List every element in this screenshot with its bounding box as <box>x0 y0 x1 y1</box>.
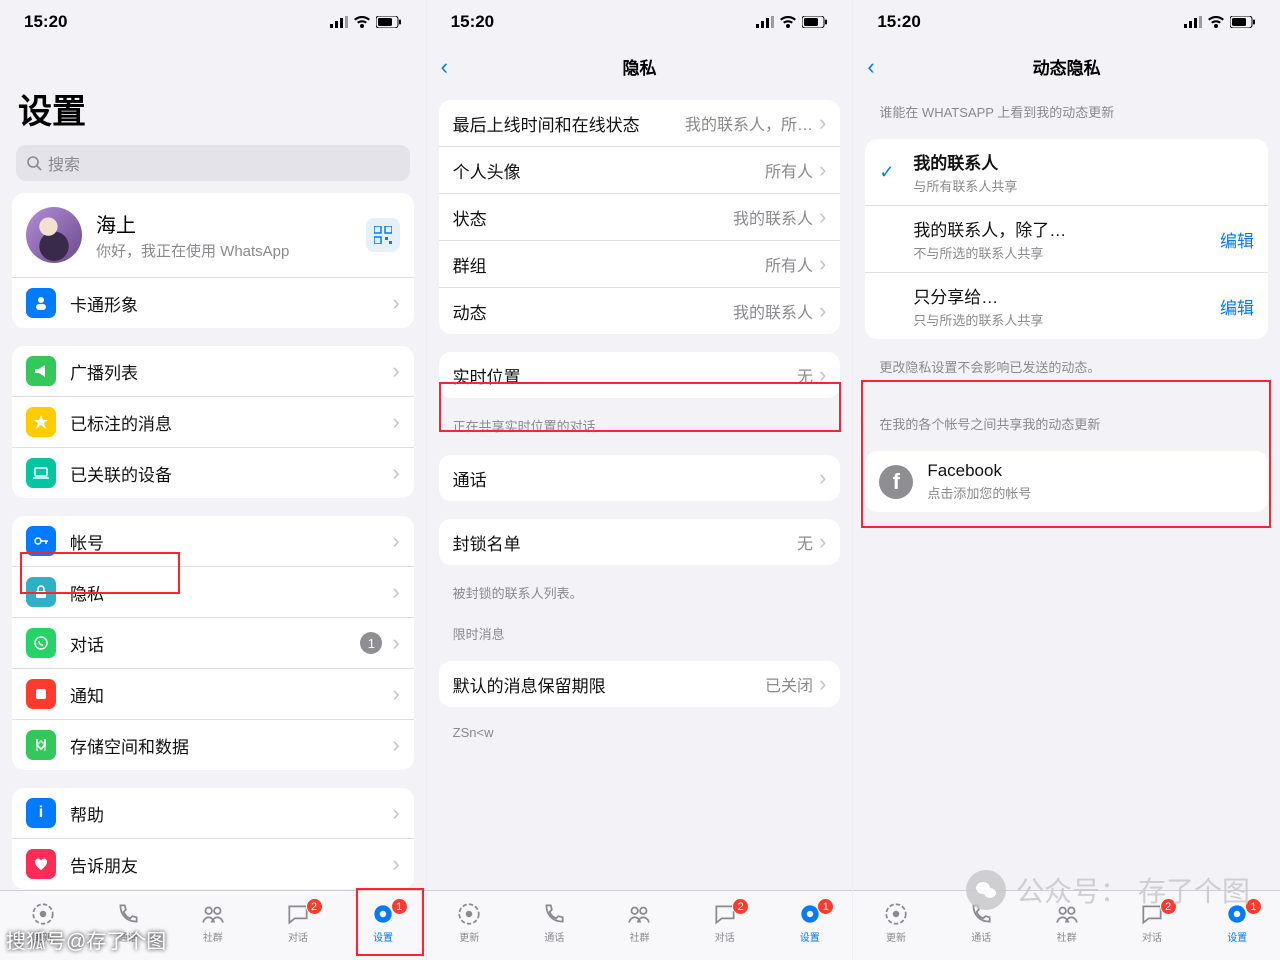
wifi-icon <box>780 16 796 28</box>
calls-privacy-row[interactable]: 通话 › <box>439 455 841 501</box>
info-icon: i <box>26 798 56 828</box>
battery-icon <box>1230 16 1256 28</box>
default-timer-row[interactable]: 默认的消息保留期限 已关闭 › <box>439 661 841 707</box>
avatar-icon <box>26 288 56 318</box>
chats-badge: 1 <box>360 632 382 654</box>
profile-name: 海上 <box>96 209 366 238</box>
edit-button[interactable]: 编辑 <box>1220 294 1254 319</box>
tab-updates[interactable]: 更新 <box>427 901 512 944</box>
privacy-change-note: 更改隐私设置不会影响已发送的动态。 <box>853 357 1280 384</box>
tab-settings[interactable]: 设置1 <box>767 901 852 944</box>
signal-icon <box>330 16 348 28</box>
storage-row[interactable]: 存储空间和数据 › <box>12 720 414 770</box>
notifications-row[interactable]: 通知 › <box>12 669 414 720</box>
search-placeholder: 搜索 <box>48 151 80 175</box>
live-footer: 正在共享实时位置的对话 <box>427 416 853 443</box>
nav-title: 隐私 <box>622 54 656 79</box>
status-privacy-row[interactable]: 动态 我的联系人 › <box>439 288 841 334</box>
avatar-row[interactable]: 卡通形象 › <box>12 278 414 328</box>
avatar <box>26 207 82 263</box>
qr-button[interactable] <box>366 218 400 252</box>
lastseen-row[interactable]: 最后上线时间和在线状态 我的联系人，所… › <box>439 100 841 147</box>
edit-button[interactable]: 编辑 <box>1220 227 1254 252</box>
about-row[interactable]: 状态 我的联系人 › <box>439 194 841 241</box>
disappearing-header: 限时消息 <box>427 610 853 649</box>
tab-chats[interactable]: 对话2 <box>682 901 767 944</box>
wifi-icon <box>354 16 370 28</box>
chevron-right-icon: › <box>392 290 399 316</box>
option-contacts-except[interactable]: 我的联系人，除了… 不与所选的联系人共享 编辑 <box>865 206 1268 273</box>
nav-bar: ‹ 动态隐私 <box>853 44 1280 88</box>
privacy-row[interactable]: 隐私 › <box>12 567 414 618</box>
tabbar: 更新 通话 社群 对话2 设置1 <box>427 890 853 960</box>
storage-icon <box>26 730 56 760</box>
account-row[interactable]: 帐号 › <box>12 516 414 567</box>
heart-icon <box>26 849 56 879</box>
battery-icon <box>802 16 828 28</box>
watermark-left: 搜狐号@存了个图 <box>6 925 166 954</box>
lock-icon <box>26 577 56 607</box>
tab-updates[interactable]: 更新 <box>853 901 938 944</box>
blocked-footer: 被封锁的联系人列表。 <box>427 583 853 610</box>
broadcast-row[interactable]: 广播列表 › <box>12 346 414 397</box>
zsn-text: ZSn<w <box>427 725 853 748</box>
facebook-icon: f <box>879 465 913 499</box>
status-bar: 15:20 <box>853 0 1280 44</box>
status-indicators <box>330 16 402 28</box>
star-icon <box>26 407 56 437</box>
search-icon <box>26 155 42 171</box>
blocked-row[interactable]: 封锁名单 无 › <box>439 519 841 565</box>
tab-communities[interactable]: 社群 <box>597 901 682 944</box>
status-time: 15:20 <box>24 12 67 32</box>
status-bar: 15:20 <box>427 0 853 44</box>
live-location-row[interactable]: 实时位置 无 › <box>439 352 841 398</box>
qr-icon <box>374 226 392 244</box>
megaphone-icon <box>26 356 56 386</box>
facebook-link-row[interactable]: f Facebook 点击添加您的帐号 <box>865 451 1268 512</box>
share-accounts-header: 在我的各个帐号之间共享我的动态更新 <box>853 384 1280 439</box>
key-icon <box>26 526 56 556</box>
tab-communities[interactable]: 社群 <box>170 901 255 944</box>
groups-row[interactable]: 群组 所有人 › <box>439 241 841 288</box>
bell-icon <box>26 679 56 709</box>
signal-icon <box>756 16 774 28</box>
laptop-icon <box>26 458 56 488</box>
wifi-icon <box>1208 16 1224 28</box>
profile-row[interactable]: 海上 你好，我正在使用 WhatsApp <box>12 193 414 278</box>
profilephoto-row[interactable]: 个人头像 所有人 › <box>439 147 841 194</box>
signal-icon <box>1184 16 1202 28</box>
option-only-share[interactable]: 只分享给… 只与所选的联系人共享 编辑 <box>865 273 1268 339</box>
back-button[interactable]: ‹ <box>867 54 874 80</box>
who-can-see-header: 谁能在 WHATSAPP 上看到我的动态更新 <box>853 88 1280 127</box>
tell-friend-row[interactable]: 告诉朋友 › <box>12 839 414 889</box>
page-title: 设置 <box>0 44 426 141</box>
search-input[interactable]: 搜索 <box>16 145 410 181</box>
starred-row[interactable]: 已标注的消息 › <box>12 397 414 448</box>
tab-chats[interactable]: 对话2 <box>255 901 340 944</box>
chats-row[interactable]: 对话 1 › <box>12 618 414 669</box>
linked-devices-row[interactable]: 已关联的设备 › <box>12 448 414 498</box>
tab-settings[interactable]: 设置1 <box>341 901 426 944</box>
nav-bar: ‹ 隐私 <box>427 44 853 88</box>
option-my-contacts[interactable]: ✓ 我的联系人 与所有联系人共享 <box>865 139 1268 206</box>
status-bar: 15:20 <box>0 0 426 44</box>
profile-status: 你好，我正在使用 WhatsApp <box>96 240 366 261</box>
tab-calls[interactable]: 通话 <box>512 901 597 944</box>
wechat-icon <box>966 870 1006 910</box>
battery-icon <box>376 16 402 28</box>
watermark-right: 公众号：存了个图 <box>966 870 1250 910</box>
whatsapp-icon <box>26 628 56 658</box>
check-icon: ✓ <box>879 162 899 183</box>
back-button[interactable]: ‹ <box>441 54 448 80</box>
help-row[interactable]: i 帮助 › <box>12 788 414 839</box>
nav-title: 动态隐私 <box>1033 54 1101 79</box>
